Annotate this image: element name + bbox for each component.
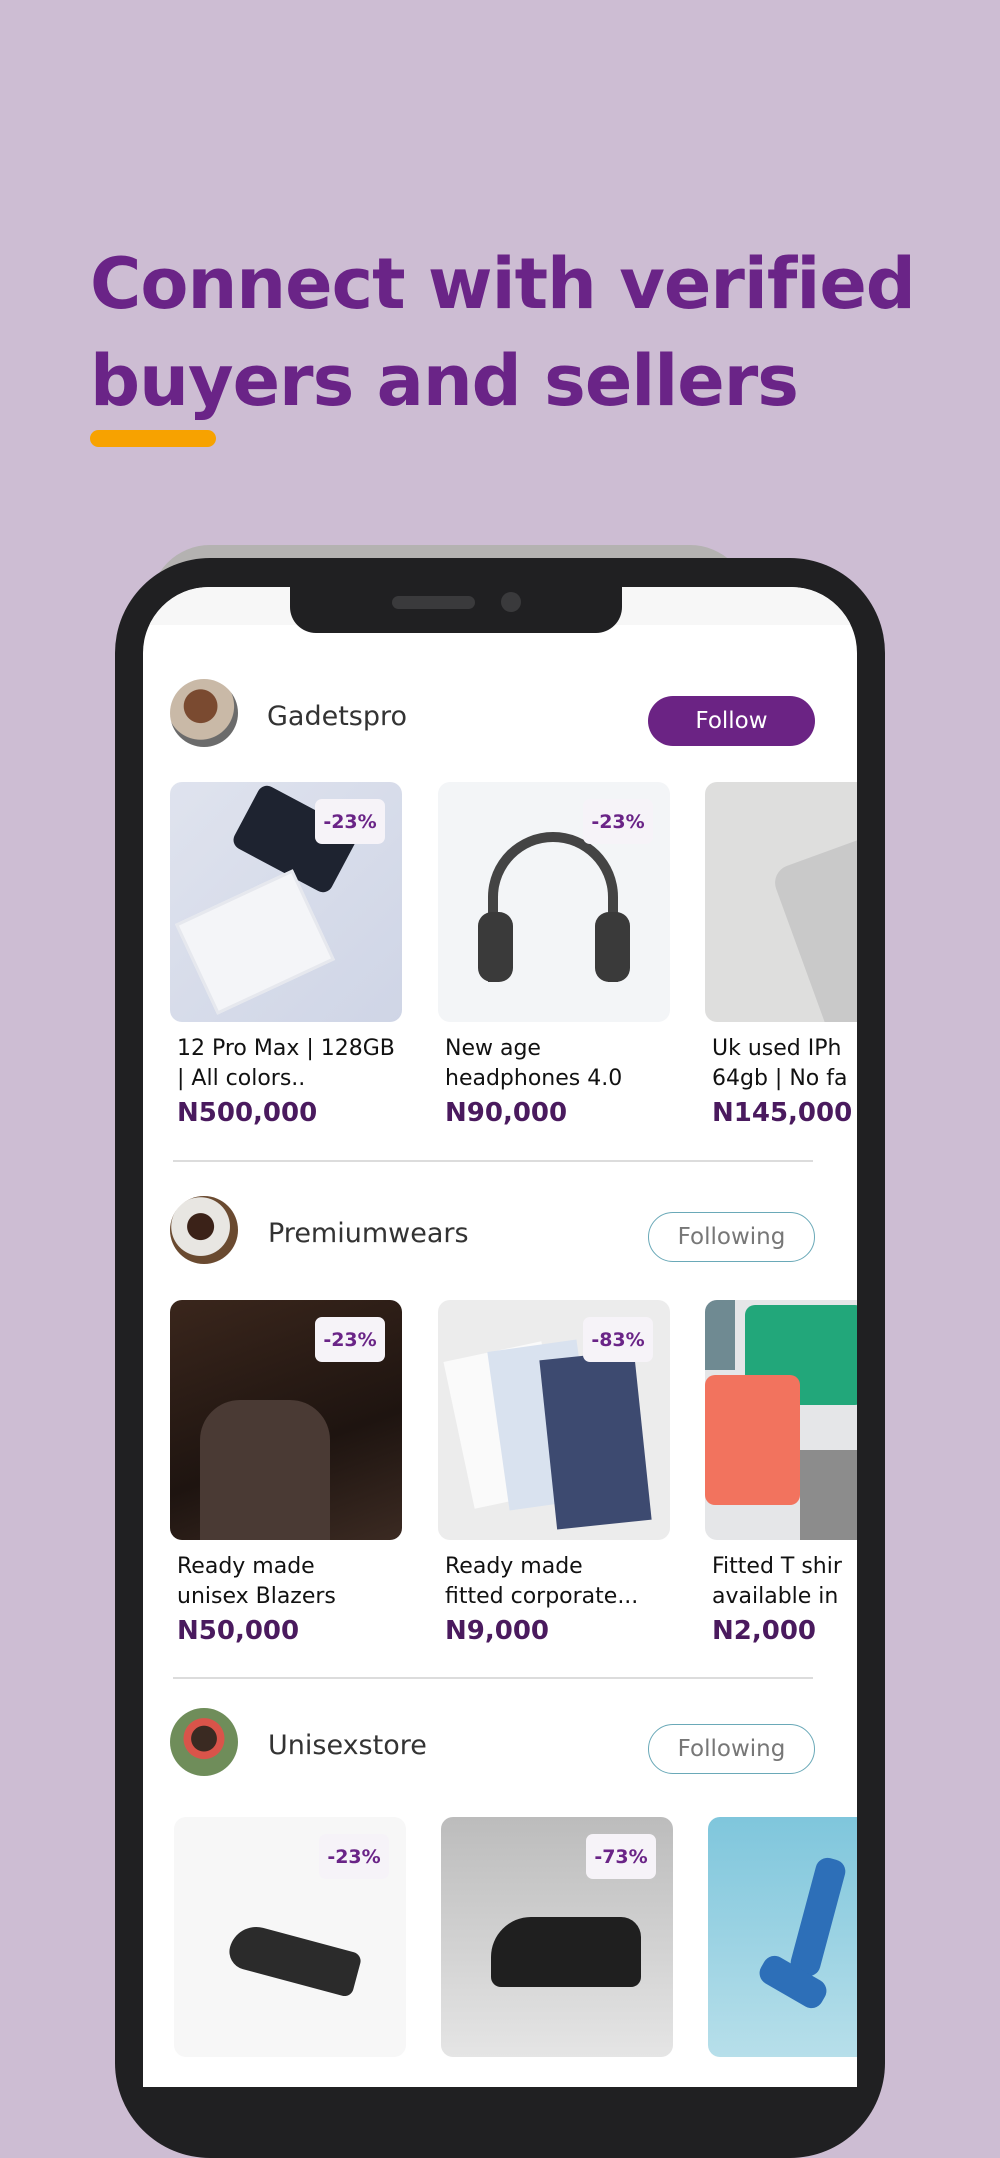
product-card[interactable]: Fitted T shir available in N2,000	[705, 1300, 857, 1646]
product-image	[705, 782, 857, 1022]
following-button[interactable]: Following	[648, 1724, 815, 1774]
product-price: N90,000	[445, 1098, 568, 1128]
product-price: N145,000	[712, 1098, 853, 1128]
headline-line-1: Connect with verified	[90, 243, 916, 325]
headline-underline	[90, 430, 216, 447]
discount-badge: -23%	[583, 799, 653, 844]
headline-line-2: buyers and sellers	[90, 340, 799, 422]
speaker-icon	[392, 596, 475, 609]
following-button[interactable]: Following	[648, 1212, 815, 1262]
discount-badge: -23%	[315, 1317, 385, 1362]
product-price: N9,000	[445, 1616, 549, 1646]
product-card[interactable]: Uk used IPh 64gb | No fa N145,000	[705, 782, 857, 1128]
divider	[173, 1160, 813, 1162]
product-price: N500,000	[177, 1098, 318, 1128]
product-price: N2,000	[712, 1616, 816, 1646]
product-title: Fitted T shir available in	[712, 1554, 842, 1609]
product-card[interactable]: -23% 12 Pro Max | 128GB | All colors.. N5…	[170, 782, 402, 1128]
product-image	[705, 1300, 857, 1540]
store-name[interactable]: Unisexstore	[268, 1730, 427, 1761]
product-image: -83%	[438, 1300, 670, 1540]
camera-icon	[501, 592, 521, 612]
product-image	[708, 1817, 857, 2057]
product-title: Ready made unisex Blazers	[177, 1554, 336, 1609]
product-title: Uk used IPh 64gb | No fa	[712, 1036, 848, 1091]
avatar[interactable]	[170, 679, 238, 747]
divider	[173, 1677, 813, 1679]
product-card[interactable]: -23%	[174, 1817, 406, 2057]
phone-notch	[290, 587, 622, 633]
phone-screen: Gadetspro Follow -23% 12 Pro Max | 128GB…	[143, 587, 857, 2087]
product-card[interactable]	[708, 1817, 857, 2057]
discount-badge: -83%	[583, 1317, 653, 1362]
discount-badge: -23%	[319, 1834, 389, 1879]
discount-badge: -73%	[586, 1834, 656, 1879]
headline: Connect with verified buyers and sellers	[90, 236, 950, 430]
product-title: 12 Pro Max | 128GB | All colors..	[177, 1036, 395, 1091]
avatar[interactable]	[170, 1708, 238, 1776]
discount-badge: -23%	[315, 799, 385, 844]
follow-button[interactable]: Follow	[648, 696, 815, 746]
product-title: New age headphones 4.0	[445, 1036, 623, 1091]
store-name[interactable]: Premiumwears	[268, 1218, 469, 1249]
product-title: Ready made fitted corporate...	[445, 1554, 639, 1609]
product-price: N50,000	[177, 1616, 300, 1646]
product-card[interactable]: -23% Ready made unisex Blazers N50,000	[170, 1300, 402, 1646]
product-image: -23%	[170, 1300, 402, 1540]
product-image: -23%	[438, 782, 670, 1022]
store-name[interactable]: Gadetspro	[267, 701, 407, 732]
product-image: -23%	[170, 782, 402, 1022]
product-image: -73%	[441, 1817, 673, 2057]
product-card[interactable]: -83% Ready made fitted corporate... N9,00…	[438, 1300, 670, 1646]
product-image: -23%	[174, 1817, 406, 2057]
product-card[interactable]: -73%	[441, 1817, 673, 2057]
avatar[interactable]	[170, 1196, 238, 1264]
product-card[interactable]: -23% New age headphones 4.0 N90,000	[438, 782, 670, 1128]
